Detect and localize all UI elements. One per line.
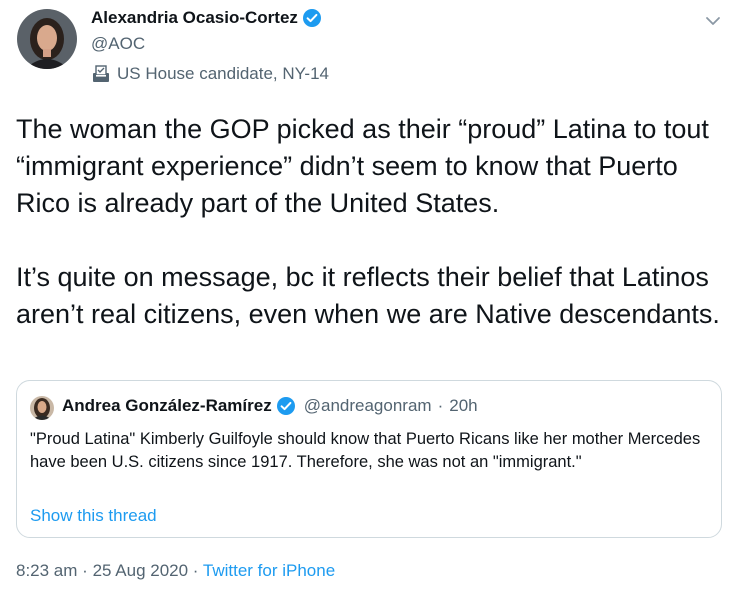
ballot-box-icon bbox=[91, 65, 111, 83]
verified-badge-icon bbox=[302, 8, 322, 28]
author-name-row[interactable]: Alexandria Ocasio-Cortez bbox=[91, 8, 322, 28]
quoted-header: Andrea González-Ramírez @andreagonram · … bbox=[62, 396, 478, 416]
quoted-author-avatar bbox=[30, 396, 54, 420]
chevron-down-icon[interactable] bbox=[702, 10, 724, 32]
author-handle[interactable]: @AOC bbox=[91, 34, 145, 54]
candidate-label: US House candidate, NY-14 bbox=[91, 64, 329, 84]
quoted-tweet[interactable]: Andrea González-Ramírez @andreagonram · … bbox=[16, 380, 722, 538]
candidate-label-text: US House candidate, NY-14 bbox=[117, 64, 330, 83]
show-thread-link[interactable]: Show this thread bbox=[30, 506, 157, 526]
quoted-time: 20h bbox=[449, 396, 478, 415]
tweet-source-link[interactable]: Twitter for iPhone bbox=[203, 561, 335, 580]
tweet-text: The woman the GOP picked as their “proud… bbox=[16, 114, 720, 329]
verified-badge-icon bbox=[276, 396, 296, 416]
footer-separator: · bbox=[192, 561, 199, 580]
tweet-time[interactable]: 8:23 am bbox=[16, 561, 77, 580]
author-avatar[interactable] bbox=[17, 9, 77, 69]
quoted-separator: · bbox=[437, 396, 444, 415]
quoted-author-name: Andrea González-Ramírez bbox=[62, 396, 272, 415]
quoted-handle: @andreagonram bbox=[303, 396, 432, 415]
tweet-footer: 8:23 am · 25 Aug 2020 · Twitter for iPho… bbox=[16, 561, 335, 581]
author-name[interactable]: Alexandria Ocasio-Cortez bbox=[91, 8, 298, 28]
footer-separator: · bbox=[82, 561, 88, 580]
tweet-date[interactable]: 25 Aug 2020 bbox=[93, 561, 188, 580]
quoted-text: "Proud Latina" Kimberly Guilfoyle should… bbox=[30, 430, 701, 471]
